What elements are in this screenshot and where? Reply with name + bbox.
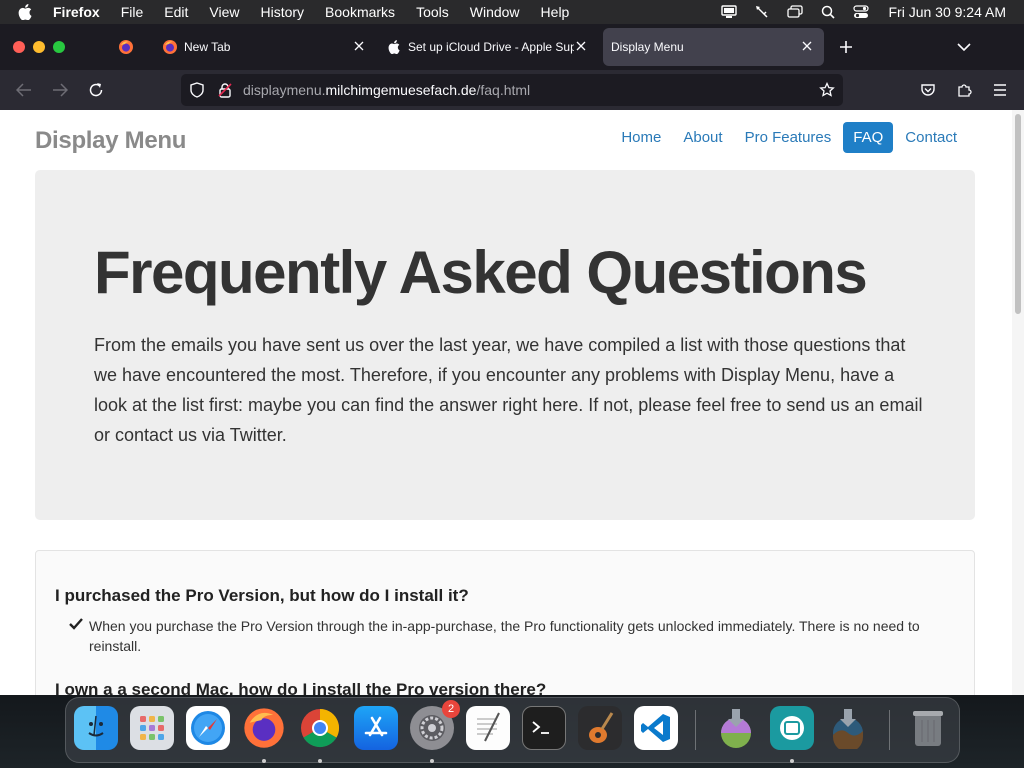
nav-pro-features[interactable]: Pro Features xyxy=(735,122,842,153)
faq-question: I own a a second Mac, how do I install t… xyxy=(55,680,547,695)
menu-edit[interactable]: Edit xyxy=(164,4,188,20)
site-brand[interactable]: Display Menu xyxy=(35,127,186,155)
menubar-clock[interactable]: Fri Jun 30 9:24 AM xyxy=(888,4,1006,20)
spotlight-search-icon[interactable] xyxy=(819,5,837,19)
url-text[interactable]: displaymenu.milchimgemuesefach.de/faq.ht… xyxy=(243,82,530,98)
menu-window[interactable]: Window xyxy=(470,4,520,20)
pen-cursor-icon[interactable] xyxy=(753,5,771,19)
running-indicator xyxy=(430,759,434,763)
menu-history[interactable]: History xyxy=(260,4,304,20)
system-settings-gear-icon[interactable]: 2 xyxy=(410,700,460,750)
chrome-icon[interactable] xyxy=(298,706,342,750)
close-tab-icon[interactable] xyxy=(574,39,588,53)
control-center-icon[interactable] xyxy=(852,5,870,19)
app-store-icon[interactable] xyxy=(354,706,398,750)
page-scrollbar[interactable] xyxy=(1012,110,1024,695)
tracking-protection-shield-icon[interactable] xyxy=(189,82,205,98)
faq-question: I purchased the Pro Version, but how do … xyxy=(55,586,469,605)
window-stack-icon[interactable] xyxy=(786,5,804,19)
close-window-button[interactable] xyxy=(13,41,25,53)
launchpad-icon[interactable] xyxy=(130,706,174,750)
scrollbar-thumb[interactable] xyxy=(1015,114,1021,314)
monterey-installer-icon[interactable] xyxy=(826,706,870,750)
terminal-icon[interactable] xyxy=(522,706,566,750)
faq-answer: When you purchase the Pro Version throug… xyxy=(89,618,920,654)
extensions-puzzle-icon[interactable] xyxy=(954,80,974,100)
site-lock-icon[interactable] xyxy=(217,82,233,98)
nav-faq[interactable]: FAQ xyxy=(843,122,894,153)
garageband-guitar-icon[interactable] xyxy=(578,706,622,750)
hamburger-menu-icon[interactable] xyxy=(990,80,1010,100)
forward-arrow-icon[interactable] xyxy=(50,80,70,100)
dock-separator xyxy=(695,710,696,750)
display-icon[interactable] xyxy=(720,5,738,19)
desktop-background: 2 xyxy=(0,695,1024,768)
safari-icon[interactable] xyxy=(186,706,230,750)
web-page: Display Menu Home About Pro Features FAQ… xyxy=(0,110,1024,695)
window-controls xyxy=(13,41,73,53)
tab-label: Set up iCloud Drive - Apple Sup xyxy=(408,40,574,54)
hero-intro-text: From the emails you have sent us over th… xyxy=(94,335,923,445)
notification-badge: 2 xyxy=(442,700,460,718)
menu-bookmarks[interactable]: Bookmarks xyxy=(325,4,395,20)
macos-dock: 2 xyxy=(65,697,960,763)
menu-help[interactable]: Help xyxy=(541,4,570,20)
firefox-icon xyxy=(162,39,178,55)
page-title: Frequently Asked Questions xyxy=(94,239,868,306)
textedit-icon[interactable] xyxy=(466,706,510,750)
faq-list: I purchased the Pro Version, but how do … xyxy=(35,550,975,695)
macos-menu-bar: Firefox File Edit View History Bookmarks… xyxy=(0,0,1024,24)
url-subdomain: displaymenu. xyxy=(243,82,326,98)
close-tab-icon[interactable] xyxy=(800,39,814,53)
tab-new-tab[interactable]: New Tab xyxy=(154,28,376,66)
trash-icon[interactable] xyxy=(906,706,950,750)
apple-icon xyxy=(388,40,400,54)
apple-menu-icon[interactable] xyxy=(18,4,38,20)
browser-tab-strip: New Tab Set up iCloud Drive - Apple Sup … xyxy=(0,24,1024,70)
tab-label: New Tab xyxy=(184,40,231,54)
running-indicator xyxy=(262,759,266,763)
address-bar[interactable]: displaymenu.milchimgemuesefach.de/faq.ht… xyxy=(181,74,843,106)
close-tab-icon[interactable] xyxy=(352,39,366,53)
dock-separator xyxy=(889,710,890,750)
finder-icon[interactable] xyxy=(74,706,118,750)
menu-tools[interactable]: Tools xyxy=(416,4,449,20)
tab-pinned-firefox[interactable] xyxy=(112,28,140,66)
sonoma-installer-icon[interactable] xyxy=(714,706,758,750)
running-indicator xyxy=(318,759,322,763)
zoom-window-button[interactable] xyxy=(53,41,65,53)
menu-view[interactable]: View xyxy=(209,4,239,20)
tab-display-menu[interactable]: Display Menu xyxy=(603,28,824,66)
mirroring-app-icon[interactable] xyxy=(770,706,814,750)
nav-home[interactable]: Home xyxy=(611,122,671,153)
menu-app-name[interactable]: Firefox xyxy=(53,4,100,20)
firefox-dock-icon[interactable] xyxy=(242,706,286,750)
site-nav: Home About Pro Features FAQ Contact xyxy=(609,122,967,153)
tab-label: Display Menu xyxy=(611,40,684,54)
nav-contact[interactable]: Contact xyxy=(895,122,967,153)
tab-icloud-setup[interactable]: Set up iCloud Drive - Apple Sup xyxy=(380,28,598,66)
checkmark-icon xyxy=(69,617,83,631)
pocket-icon[interactable] xyxy=(918,80,938,100)
running-indicator xyxy=(790,759,794,763)
reload-icon[interactable] xyxy=(86,80,106,100)
menu-file[interactable]: File xyxy=(121,4,144,20)
back-arrow-icon[interactable] xyxy=(14,80,34,100)
vscode-icon[interactable] xyxy=(634,706,678,750)
nav-about[interactable]: About xyxy=(673,122,732,153)
minimize-window-button[interactable] xyxy=(33,41,45,53)
browser-toolbar: displaymenu.milchimgemuesefach.de/faq.ht… xyxy=(0,70,1024,110)
hero-jumbotron: Frequently Asked Questions From the emai… xyxy=(35,170,975,520)
new-tab-plus-icon[interactable] xyxy=(836,37,856,57)
firefox-icon xyxy=(118,39,134,55)
list-all-tabs-chevron-icon[interactable] xyxy=(955,38,973,56)
bookmark-star-icon[interactable] xyxy=(819,81,835,98)
url-host: milchimgemuesefach.de xyxy=(325,82,477,98)
url-path: /faq.html xyxy=(476,82,531,98)
